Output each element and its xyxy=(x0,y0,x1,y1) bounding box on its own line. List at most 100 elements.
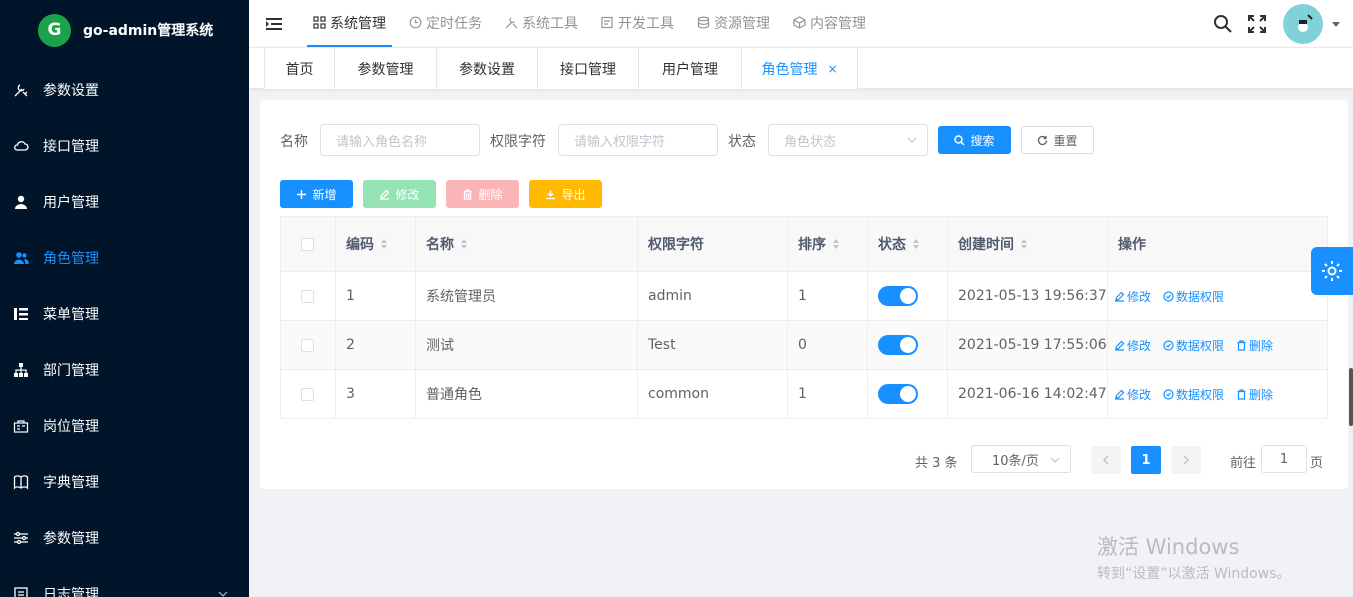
col-sort[interactable]: 排序 xyxy=(788,217,868,271)
status-select[interactable]: 角色状态 xyxy=(768,124,928,156)
avatar[interactable] xyxy=(1283,3,1323,44)
row-data-scope-link[interactable]: 数据权限 xyxy=(1163,337,1224,354)
col-created[interactable]: 创建时间 xyxy=(948,217,1108,271)
sort-icon[interactable] xyxy=(912,238,920,250)
database-icon xyxy=(697,16,710,29)
main-card: 名称 请输入角色名称 权限字符 请输入权限字符 状态 角色状态 搜索 重置 新增… xyxy=(260,100,1348,489)
sidebar-item-depts[interactable]: 部门管理 xyxy=(0,342,249,398)
sidebar-item-users[interactable]: 用户管理 xyxy=(0,174,249,230)
cell-created: 2021-05-19 17:55:06 xyxy=(948,321,1108,369)
sidebar-item-api[interactable]: 接口管理 xyxy=(0,118,249,174)
search-icon[interactable] xyxy=(1213,14,1233,34)
row-edit-link[interactable]: 修改 xyxy=(1114,288,1151,305)
goto-page-input[interactable]: 1 xyxy=(1261,445,1307,473)
sort-icon[interactable] xyxy=(460,238,468,250)
cell-key: admin xyxy=(638,272,788,320)
role-name-placeholder: 请输入角色名称 xyxy=(336,134,428,150)
tag-settings[interactable]: 参数设置 xyxy=(436,48,538,89)
download-icon xyxy=(546,189,556,199)
topnav-resources[interactable]: 资源管理 xyxy=(691,0,776,47)
sort-icon[interactable] xyxy=(832,238,840,250)
edit-icon xyxy=(1115,389,1125,400)
close-icon[interactable]: × xyxy=(827,62,837,76)
hamburger-icon[interactable] xyxy=(265,15,283,33)
sidebar-item-config[interactable]: 参数管理 xyxy=(0,510,249,566)
page-size-select[interactable]: 10条/页 xyxy=(971,445,1071,473)
sidebar-item-logs[interactable]: 日志管理 xyxy=(0,566,249,597)
cell-ops: 修改 数据权限 删除 xyxy=(1108,321,1327,369)
status-switch[interactable] xyxy=(878,384,918,404)
status-switch[interactable] xyxy=(878,335,918,355)
tools-icon xyxy=(12,81,30,99)
row-checkbox[interactable] xyxy=(301,338,314,352)
cell-name: 测试 xyxy=(416,321,638,369)
sidebar-item-posts[interactable]: 岗位管理 xyxy=(0,398,249,454)
logo[interactable]: G go-admin管理系统 xyxy=(0,0,249,60)
settings-button[interactable] xyxy=(1311,247,1353,295)
delete-button[interactable]: 删除 xyxy=(446,180,519,208)
prev-page-button[interactable] xyxy=(1091,446,1121,474)
search-button[interactable]: 搜索 xyxy=(938,126,1011,154)
status-switch[interactable] xyxy=(878,286,918,306)
app-title: go-admin管理系统 xyxy=(83,23,214,39)
row-checkbox[interactable] xyxy=(301,289,314,303)
row-data-scope-link[interactable]: 数据权限 xyxy=(1163,386,1224,403)
tag-params[interactable]: 参数管理 xyxy=(334,48,437,89)
key-label: 权限字符 xyxy=(490,134,546,150)
page-size-value: 10条/页 xyxy=(992,453,1039,469)
tag-label: 参数设置 xyxy=(459,61,515,78)
role-name-input[interactable]: 请输入角色名称 xyxy=(320,124,480,156)
col-status[interactable]: 状态 xyxy=(868,217,948,271)
row-delete-link[interactable]: 删除 xyxy=(1236,386,1273,403)
row-edit-link[interactable]: 修改 xyxy=(1114,337,1151,354)
row-checkbox[interactable] xyxy=(301,387,314,401)
top-menu: 系统管理 定时任务 系统工具 开发工具 资源管理 内容管理 xyxy=(307,0,883,47)
topnav-jobs[interactable]: 定时任务 xyxy=(403,0,488,47)
cube-icon xyxy=(793,16,806,29)
fullscreen-icon[interactable] xyxy=(1247,14,1267,34)
sidebar-item-dict[interactable]: 字典管理 xyxy=(0,454,249,510)
export-button[interactable]: 导出 xyxy=(529,180,602,208)
edit-button[interactable]: 修改 xyxy=(363,180,436,208)
sidebar-item-roles[interactable]: 角色管理 xyxy=(0,230,249,286)
row-edit-link[interactable]: 修改 xyxy=(1114,386,1151,403)
table-header: 编码 名称 权限字符 排序 状态 创建时间 操作 xyxy=(281,217,1327,272)
cell-id: 3 xyxy=(336,370,416,418)
sidebar-item-params[interactable]: 参数设置 xyxy=(0,62,249,118)
page-number-button[interactable]: 1 xyxy=(1131,446,1161,474)
reset-button[interactable]: 重置 xyxy=(1021,126,1094,154)
edit-button-label: 修改 xyxy=(395,187,420,202)
tag-roles[interactable]: 角色管理 × xyxy=(741,48,858,89)
tag-api[interactable]: 接口管理 xyxy=(537,48,639,89)
add-button[interactable]: 新增 xyxy=(280,180,353,208)
cell-created: 2021-06-16 14:02:47 xyxy=(948,370,1108,418)
op-label: 数据权限 xyxy=(1176,338,1225,353)
topnav-content[interactable]: 内容管理 xyxy=(787,0,872,47)
col-name[interactable]: 名称 xyxy=(416,217,638,271)
topnav-system[interactable]: 系统管理 xyxy=(307,0,392,47)
tag-users[interactable]: 用户管理 xyxy=(638,48,742,89)
scrollbar-thumb[interactable] xyxy=(1349,368,1353,426)
row-data-scope-link[interactable]: 数据权限 xyxy=(1163,288,1224,305)
role-key-input[interactable]: 请输入权限字符 xyxy=(558,124,718,156)
col-label: 编码 xyxy=(346,237,374,253)
sidebar-item-label: 参数管理 xyxy=(43,531,99,547)
cell-id: 1 xyxy=(336,272,416,320)
chevron-left-icon xyxy=(1103,455,1109,465)
export-button-label: 导出 xyxy=(561,187,586,202)
caret-down-icon[interactable] xyxy=(1331,19,1341,29)
sort-icon[interactable] xyxy=(1020,238,1028,250)
cell-sort: 0 xyxy=(788,321,868,369)
next-page-button[interactable] xyxy=(1171,446,1201,474)
topnav-dev[interactable]: 开发工具 xyxy=(595,0,680,47)
col-label: 名称 xyxy=(426,237,454,253)
row-delete-link[interactable]: 删除 xyxy=(1236,337,1273,354)
sort-icon[interactable] xyxy=(380,238,388,250)
cell-key: common xyxy=(638,370,788,418)
col-id[interactable]: 编码 xyxy=(336,217,416,271)
select-all-checkbox[interactable] xyxy=(301,237,314,251)
topnav-tools[interactable]: 系统工具 xyxy=(499,0,584,47)
clock-icon xyxy=(409,16,422,29)
tag-home[interactable]: 首页 xyxy=(264,48,335,89)
sidebar-item-menus[interactable]: 菜单管理 xyxy=(0,286,249,342)
